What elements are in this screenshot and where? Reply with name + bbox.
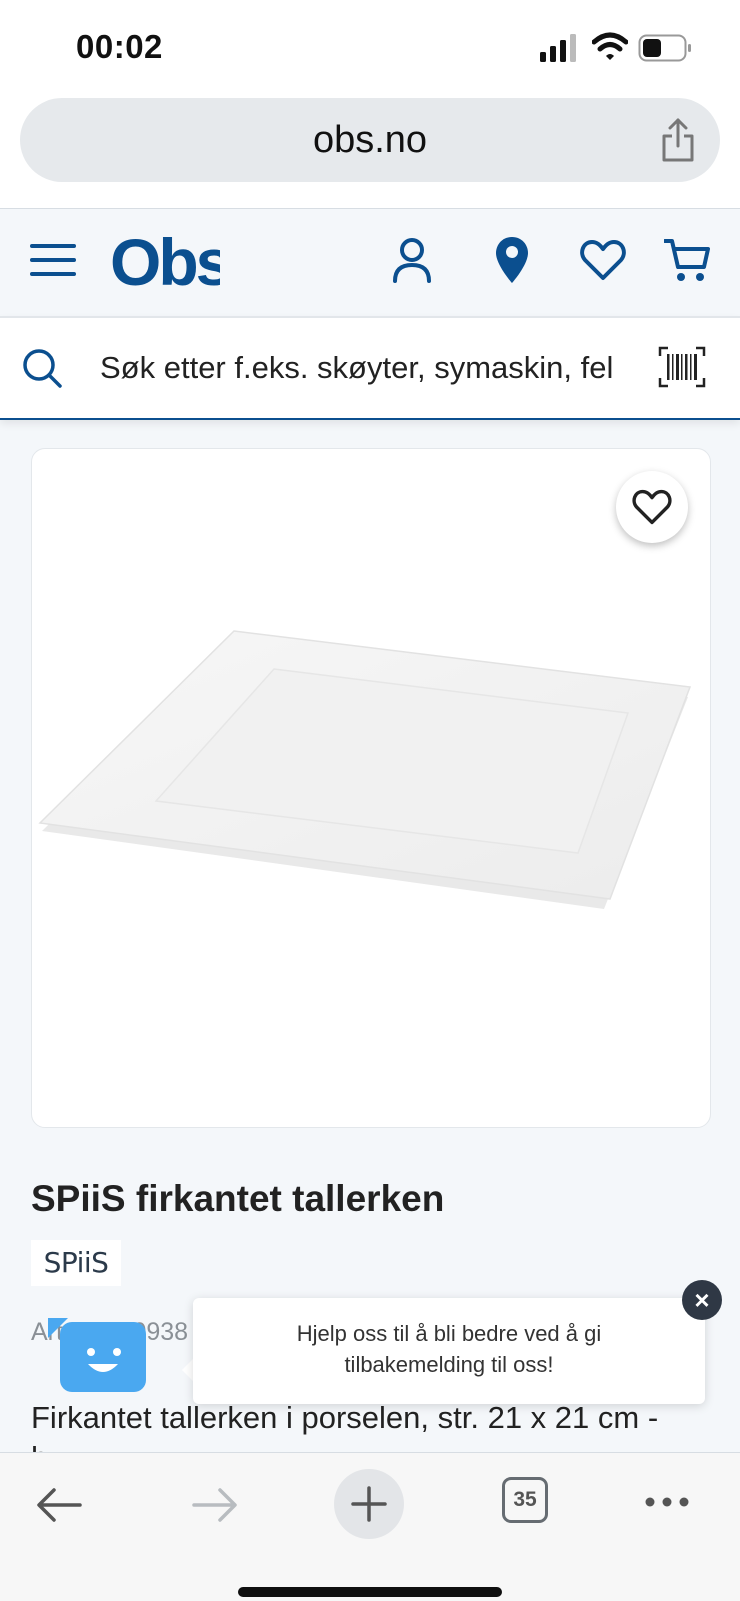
svg-text:Obs: Obs xyxy=(110,227,220,293)
product-image[interactable] xyxy=(38,629,706,929)
feedback-mascot-button[interactable] xyxy=(60,1322,146,1392)
favorite-button[interactable] xyxy=(616,471,688,543)
search-icon[interactable] xyxy=(22,348,62,388)
more-icon[interactable] xyxy=(644,1495,690,1509)
cart-icon[interactable] xyxy=(664,237,710,283)
tabs-count: 35 xyxy=(513,1488,537,1511)
back-icon[interactable] xyxy=(36,1487,82,1523)
status-bar: 00:02 xyxy=(0,0,740,92)
signal-icon xyxy=(540,34,576,62)
close-icon: × xyxy=(694,1285,710,1315)
home-indicator xyxy=(238,1587,502,1597)
product-description: Firkantet tallerken i porselen, str. 21 … xyxy=(31,1400,659,1435)
obs-logo[interactable]: Obs xyxy=(110,227,220,293)
heart-icon[interactable] xyxy=(580,239,626,281)
url-text[interactable]: obs.no xyxy=(20,98,720,182)
search-input[interactable] xyxy=(100,338,630,398)
forward-icon[interactable] xyxy=(192,1487,238,1523)
new-tab-button[interactable] xyxy=(334,1469,404,1539)
smiley-icon xyxy=(87,1348,121,1372)
site-header: Obs xyxy=(0,209,740,315)
feedback-message: Hjelp oss til å bli bedre ved å gi tilba… xyxy=(193,1318,705,1380)
heart-icon xyxy=(632,489,672,525)
plus-icon xyxy=(351,1486,387,1522)
status-time: 00:02 xyxy=(76,28,163,65)
product-title: SPiiS firkantet tallerken xyxy=(31,1178,445,1219)
search-bar xyxy=(0,316,740,420)
feedback-popup[interactable]: Hjelp oss til å bli bedre ved å gi tilba… xyxy=(193,1298,705,1404)
brand-logo[interactable]: SPiiS xyxy=(31,1240,121,1286)
share-icon[interactable] xyxy=(660,118,696,162)
feedback-message-line1: Hjelp oss til å bli bedre ved å gi xyxy=(296,1321,602,1346)
address-bar[interactable]: obs.no xyxy=(20,98,720,182)
product-image-card[interactable] xyxy=(31,448,711,1128)
battery-icon xyxy=(638,34,691,62)
brand-logo-text: SPiiS xyxy=(43,1246,109,1279)
browser-bottom-bar: 35 xyxy=(0,1452,740,1601)
location-icon[interactable] xyxy=(494,235,530,285)
hamburger-icon[interactable] xyxy=(30,242,76,278)
wifi-icon xyxy=(592,32,628,60)
feedback-close-button[interactable]: × xyxy=(682,1280,722,1320)
tabs-button[interactable]: 35 xyxy=(502,1477,548,1523)
account-icon[interactable] xyxy=(392,237,432,283)
barcode-icon[interactable] xyxy=(658,346,706,388)
feedback-message-line2: tilbakemelding til oss! xyxy=(344,1352,554,1377)
